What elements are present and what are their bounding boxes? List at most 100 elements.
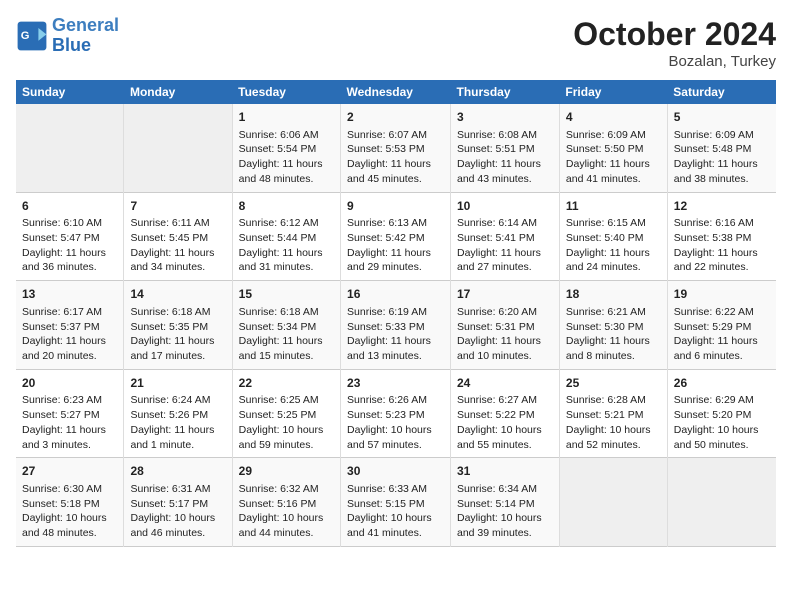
calendar-cell: 13 Sunrise: 6:17 AM Sunset: 5:37 PM Dayligh… xyxy=(16,281,124,370)
daylight: Daylight: 11 hours and 38 minutes. xyxy=(674,158,758,185)
calendar-cell: 22Sunrise: 6:25 AMSunset: 5:25 PMDayligh… xyxy=(232,369,340,458)
calendar-cell: 7Sunrise: 6:11 AMSunset: 5:45 PMDaylight… xyxy=(124,192,232,281)
sunrise: Sunrise: 6:24 AM xyxy=(130,394,210,406)
sunrise: Sunrise: 6:32 AM xyxy=(239,483,319,495)
daylight: Daylight: 11 hours and 43 minutes. xyxy=(457,158,541,185)
daylight: Daylight: 10 hours and 46 minutes. xyxy=(130,512,215,539)
month-title: October 2024 xyxy=(573,16,776,53)
daylight: Daylight: 11 hours and 20 minutes. xyxy=(22,335,106,362)
daylight: Daylight: 11 hours and 8 minutes. xyxy=(566,335,650,362)
calendar-cell: 15Sunrise: 6:18 AMSunset: 5:34 PMDayligh… xyxy=(232,281,340,370)
sunrise: Sunrise: 6:33 AM xyxy=(347,483,427,495)
calendar-cell: 16Sunrise: 6:19 AMSunset: 5:33 PMDayligh… xyxy=(341,281,451,370)
calendar-cell xyxy=(16,104,124,192)
sunset: Sunset: 5:48 PM xyxy=(674,143,752,155)
daylight: Daylight: 10 hours and 44 minutes. xyxy=(239,512,324,539)
sunrise: Sunrise: 6:10 AM xyxy=(22,217,102,229)
daylight: Daylight: 11 hours and 34 minutes. xyxy=(130,247,214,274)
calendar-cell: 23Sunrise: 6:26 AMSunset: 5:23 PMDayligh… xyxy=(341,369,451,458)
daylight: Daylight: 11 hours and 3 minutes. xyxy=(22,424,106,451)
sunrise: Sunrise: 6:19 AM xyxy=(347,306,427,318)
calendar-cell: 30 Sunrise: 6:33 AM Sunset: 5:15 PM Dayligh… xyxy=(341,458,451,547)
daylight: Daylight: 10 hours and 59 minutes. xyxy=(239,424,324,451)
sunset: Sunset: 5:20 PM xyxy=(674,409,752,421)
daylight: Daylight: 11 hours and 10 minutes. xyxy=(457,335,541,362)
daylight: Daylight: 11 hours and 13 minutes. xyxy=(347,335,431,362)
sunset: Sunset: 5:34 PM xyxy=(239,321,317,333)
sunset: Sunset: 5:31 PM xyxy=(457,321,535,333)
sunrise: Sunrise: 6:15 AM xyxy=(566,217,646,229)
calendar-cell: 25Sunrise: 6:28 AMSunset: 5:21 PMDayligh… xyxy=(559,369,667,458)
day-number: 12 xyxy=(674,198,770,215)
sunset: Sunset: 5:29 PM xyxy=(674,321,752,333)
sunrise: Sunrise: 6:20 AM xyxy=(457,306,537,318)
sunset: Sunset: 5:54 PM xyxy=(239,143,317,155)
day-number: 30 xyxy=(347,463,444,480)
calendar-week-row: 6Sunrise: 6:10 AMSunset: 5:47 PMDaylight… xyxy=(16,192,776,281)
day-number: 21 xyxy=(130,375,225,392)
calendar-cell: 8Sunrise: 6:12 AMSunset: 5:44 PMDaylight… xyxy=(232,192,340,281)
day-number: 13 xyxy=(22,286,117,303)
calendar-cell: 19Sunrise: 6:22 AMSunset: 5:29 PMDayligh… xyxy=(667,281,776,370)
calendar-week-row: 1Sunrise: 6:06 AMSunset: 5:54 PMDaylight… xyxy=(16,104,776,192)
sunrise: Sunrise: 6:08 AM xyxy=(457,129,537,141)
sunrise: Sunrise: 6:34 AM xyxy=(457,483,537,495)
calendar-cell: 6Sunrise: 6:10 AMSunset: 5:47 PMDaylight… xyxy=(16,192,124,281)
sunrise: Sunrise: 6:28 AM xyxy=(566,394,646,406)
daylight: Daylight: 10 hours and 41 minutes. xyxy=(347,512,432,539)
calendar-cell: 3Sunrise: 6:08 AMSunset: 5:51 PMDaylight… xyxy=(451,104,560,192)
sunset: Sunset: 5:22 PM xyxy=(457,409,535,421)
day-number: 7 xyxy=(130,198,225,215)
sunset: Sunset: 5:44 PM xyxy=(239,232,317,244)
sunrise: Sunrise: 6:31 AM xyxy=(130,483,210,495)
sunset: Sunset: 5:50 PM xyxy=(566,143,644,155)
title-block: October 2024 Bozalan, Turkey xyxy=(573,16,776,70)
sunset: Sunset: 5:37 PM xyxy=(22,321,100,333)
daylight: Daylight: 10 hours and 57 minutes. xyxy=(347,424,432,451)
day-number: 10 xyxy=(457,198,553,215)
sunrise: Sunrise: 6:06 AM xyxy=(239,129,319,141)
calendar-week-row: 27Sunrise: 6:30 AMSunset: 5:18 PMDayligh… xyxy=(16,458,776,547)
sunset: Sunset: 5:21 PM xyxy=(566,409,644,421)
daylight: Daylight: 11 hours and 15 minutes. xyxy=(239,335,323,362)
day-number: 20 xyxy=(22,375,117,392)
daylight: Daylight: 11 hours and 48 minutes. xyxy=(239,158,323,185)
logo-icon: G xyxy=(16,20,48,52)
calendar-cell xyxy=(559,458,667,547)
sunset: Sunset: 5:41 PM xyxy=(457,232,535,244)
sunrise: Sunrise: 6:23 AM xyxy=(22,394,102,406)
sunset: Sunset: 5:42 PM xyxy=(347,232,425,244)
logo-general: General xyxy=(52,15,119,35)
calendar-cell: 5Sunrise: 6:09 AMSunset: 5:48 PMDaylight… xyxy=(667,104,776,192)
sunset: Sunset: 5:15 PM xyxy=(347,498,425,510)
sunset: Sunset: 5:23 PM xyxy=(347,409,425,421)
calendar-cell: 29Sunrise: 6:32 AMSunset: 5:16 PMDayligh… xyxy=(232,458,340,547)
svg-text:G: G xyxy=(21,30,30,42)
sunrise: Sunrise: 6:17 AM xyxy=(22,306,102,318)
day-number: 27 xyxy=(22,463,117,480)
calendar-cell: 18Sunrise: 6:21 AMSunset: 5:30 PMDayligh… xyxy=(559,281,667,370)
day-number: 8 xyxy=(239,198,334,215)
sunrise: Sunrise: 6:30 AM xyxy=(22,483,102,495)
sunset: Sunset: 5:25 PM xyxy=(239,409,317,421)
day-number: 9 xyxy=(347,198,444,215)
daylight: Daylight: 10 hours and 39 minutes. xyxy=(457,512,542,539)
daylight: Daylight: 11 hours and 41 minutes. xyxy=(566,158,650,185)
sunrise: Sunrise: 6:21 AM xyxy=(566,306,646,318)
sunset: Sunset: 5:38 PM xyxy=(674,232,752,244)
sunrise: Sunrise: 6:16 AM xyxy=(674,217,754,229)
sunrise: Sunrise: 6:09 AM xyxy=(674,129,754,141)
sunset: Sunset: 5:35 PM xyxy=(130,321,208,333)
calendar-cell xyxy=(124,104,232,192)
sunset: Sunset: 5:53 PM xyxy=(347,143,425,155)
sunrise: Sunrise: 6:27 AM xyxy=(457,394,537,406)
sunset: Sunset: 5:14 PM xyxy=(457,498,535,510)
sunrise: Sunrise: 6:18 AM xyxy=(239,306,319,318)
calendar-cell: 2Sunrise: 6:07 AMSunset: 5:53 PMDaylight… xyxy=(341,104,451,192)
day-number: 26 xyxy=(674,375,770,392)
day-number: 19 xyxy=(674,286,770,303)
daylight: Daylight: 11 hours and 1 minute. xyxy=(130,424,214,451)
daylight: Daylight: 11 hours and 6 minutes. xyxy=(674,335,758,362)
calendar-cell: 14Sunrise: 6:18 AMSunset: 5:35 PMDayligh… xyxy=(124,281,232,370)
daylight: Daylight: 10 hours and 50 minutes. xyxy=(674,424,759,451)
